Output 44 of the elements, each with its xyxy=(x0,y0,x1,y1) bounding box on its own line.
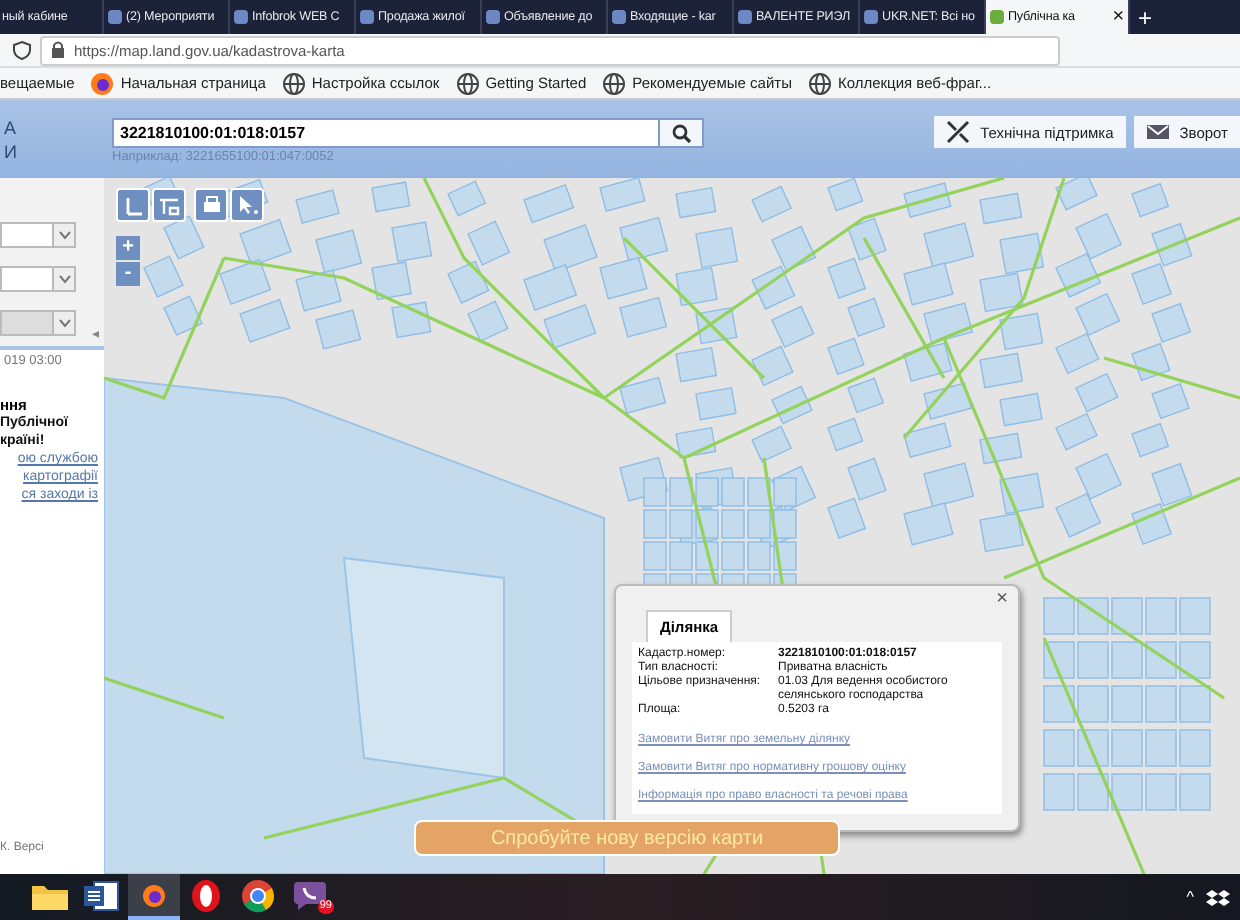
chrome-icon xyxy=(238,877,278,913)
close-tab-button[interactable]: × xyxy=(1112,6,1124,28)
dropdown[interactable] xyxy=(0,222,76,248)
area-tool-icon xyxy=(157,193,181,217)
globe-icon xyxy=(455,71,480,95)
distance-tool-icon xyxy=(121,193,145,217)
site-icon xyxy=(360,10,374,24)
globe-icon xyxy=(602,71,627,95)
cadastral-search-field[interactable]: 3221810100:01:018:0157 xyxy=(112,118,660,148)
site-icon xyxy=(864,10,878,24)
map-tool-button[interactable] xyxy=(230,188,264,222)
map-tool-button[interactable] xyxy=(116,188,150,222)
chevron-down-icon xyxy=(57,230,71,240)
site-icon xyxy=(990,10,1004,24)
map-tool-button[interactable] xyxy=(194,188,228,222)
site-icon xyxy=(612,10,626,24)
opera-icon xyxy=(186,877,226,913)
site-icon xyxy=(108,10,122,24)
search-button[interactable] xyxy=(660,118,704,148)
chevron-down-icon xyxy=(57,274,71,284)
print-icon xyxy=(199,193,223,217)
search-icon xyxy=(671,123,691,143)
chevron-down-icon xyxy=(57,318,71,328)
logo-text: А xyxy=(4,115,19,139)
lock-icon xyxy=(50,40,66,60)
dropdown[interactable] xyxy=(0,266,76,292)
logo-text: И xyxy=(4,139,19,163)
globe-icon xyxy=(281,71,306,95)
pointer-query-icon xyxy=(235,193,259,217)
site-icon xyxy=(738,10,752,24)
site-icon xyxy=(234,10,248,24)
site-icon xyxy=(486,10,500,24)
chat-bubble-icon xyxy=(290,877,330,913)
globe-icon xyxy=(807,71,832,95)
map-tool-button[interactable] xyxy=(152,188,186,222)
close-button[interactable]: × xyxy=(996,588,1008,610)
firefox-icon xyxy=(142,883,166,907)
word-icon xyxy=(82,877,122,913)
firefox-icon xyxy=(90,71,115,95)
mail-icon xyxy=(1145,120,1170,144)
box-icon[interactable] xyxy=(1204,887,1232,907)
shield-icon xyxy=(12,40,32,60)
tray-arrow-button[interactable]: ^ xyxy=(1186,888,1194,906)
new-tab-button[interactable]: + xyxy=(1130,0,1161,34)
